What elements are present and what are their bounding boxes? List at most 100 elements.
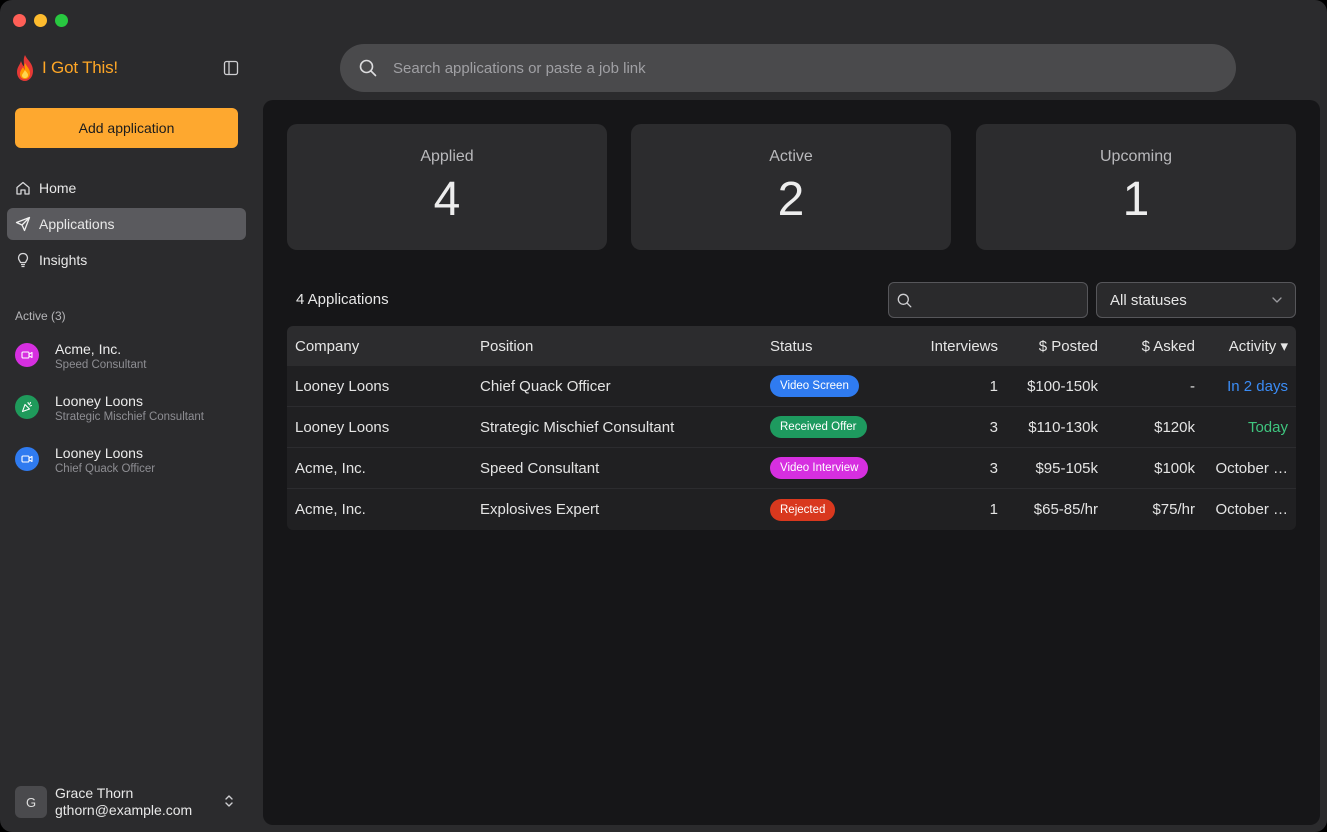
- cell-interviews: 1: [989, 377, 998, 395]
- chevron-down-icon: [1272, 297, 1282, 303]
- user-email: gthorn@example.com: [55, 802, 193, 818]
- table-search[interactable]: [888, 282, 1088, 318]
- cell-company: Looney Loons: [295, 418, 390, 436]
- active-item[interactable]: Looney Loons Chief Quack Officer: [15, 442, 250, 494]
- brand[interactable]: I Got This!: [14, 54, 118, 82]
- main-nav: Home Applications Insights: [7, 172, 246, 280]
- cell-asked: $120k: [1154, 418, 1195, 436]
- cell-company: Acme, Inc.: [295, 501, 366, 518]
- stat-value: 1: [1122, 173, 1150, 226]
- cell-interviews: 3: [989, 459, 998, 477]
- active-section-label: Active (3): [15, 309, 66, 323]
- global-search-input[interactable]: [393, 59, 1173, 77]
- cell-company: Acme, Inc.: [295, 459, 366, 477]
- column-header-status[interactable]: Status: [770, 338, 890, 355]
- sidebar-toggle-icon[interactable]: [223, 60, 239, 76]
- column-header-posted[interactable]: $ Posted: [998, 338, 1098, 355]
- column-header-interviews[interactable]: Interviews: [890, 338, 998, 355]
- stat-label: Upcoming: [1099, 148, 1173, 165]
- cell-company: Looney Loons: [295, 377, 390, 395]
- global-search[interactable]: [340, 44, 1236, 92]
- app-name: I Got This!: [42, 58, 118, 77]
- cell-position: Strategic Mischief Consultant: [480, 418, 675, 436]
- stat-card-applied: Applied 4: [287, 124, 607, 250]
- avatar: G: [15, 786, 47, 818]
- cell-activity: October …: [1215, 459, 1288, 477]
- status-badge: Rejected: [770, 498, 836, 521]
- active-item-company: Looney Loons: [55, 393, 143, 409]
- video-icon: [21, 351, 33, 359]
- nav-label: Applications: [39, 216, 115, 232]
- nav-item-insights[interactable]: Insights: [7, 244, 246, 276]
- cell-asked: -: [1190, 377, 1195, 395]
- cell-posted: $95-105k: [1035, 459, 1098, 477]
- lightbulb-icon: [17, 252, 29, 268]
- cell-interviews: 1: [989, 501, 998, 518]
- applications-count: 4 Applications: [296, 291, 389, 308]
- home-icon: [16, 181, 30, 195]
- user-name: Grace Thorn: [55, 785, 134, 801]
- active-item-badge: [15, 395, 39, 419]
- table-header: Company Position Status Interviews $ Pos…: [287, 326, 1296, 366]
- table-search-input[interactable]: [918, 292, 1078, 308]
- status-badge: Received Offer: [770, 416, 867, 438]
- column-header-asked[interactable]: $ Asked: [1098, 338, 1195, 355]
- cell-posted: $100-150k: [1027, 377, 1098, 395]
- cell-position: Explosives Expert: [480, 501, 600, 518]
- party-popper-icon: [21, 401, 33, 413]
- active-item-company: Acme, Inc.: [55, 341, 122, 357]
- cell-activity: In 2 days: [1227, 377, 1288, 395]
- cell-posted: $110-130k: [1028, 418, 1098, 436]
- cell-position: Chief Quack Officer: [480, 377, 611, 395]
- video-icon: [21, 455, 33, 463]
- status-filter-select[interactable]: All statuses: [1096, 282, 1296, 318]
- active-item-badge: [15, 343, 39, 367]
- stat-label: Applied: [420, 148, 474, 165]
- nav-label: Insights: [39, 252, 88, 268]
- table-row[interactable]: Acme, Inc. Speed Consultant Video Interv…: [287, 448, 1296, 489]
- add-application-button[interactable]: Add application: [15, 108, 238, 148]
- cell-activity: Today: [1247, 418, 1288, 436]
- stat-value: 4: [433, 173, 461, 226]
- cell-activity: October …: [1215, 501, 1288, 518]
- nav-item-applications[interactable]: Applications: [7, 208, 246, 240]
- active-item-badge: [15, 447, 39, 471]
- applications-table: Company Position Status Interviews $ Pos…: [287, 326, 1296, 530]
- nav-label: Home: [39, 180, 77, 196]
- column-header-company[interactable]: Company: [287, 338, 480, 355]
- active-item-position: Chief Quack Officer: [55, 463, 156, 475]
- stat-value: 2: [777, 173, 805, 226]
- app-window: I Got This! Add application Home Applica…: [0, 0, 1327, 832]
- active-item-company: Looney Loons: [55, 445, 143, 461]
- column-header-activity[interactable]: Activity ▾: [1195, 337, 1296, 355]
- cell-asked: $100k: [1154, 459, 1195, 477]
- active-applications-list: Acme, Inc. Speed Consultant Looney Loons…: [15, 338, 250, 494]
- cell-interviews: 3: [989, 418, 998, 436]
- active-item-position: Strategic Mischief Consultant: [55, 411, 204, 423]
- status-badge: Video Screen: [770, 375, 859, 397]
- active-item-position: Speed Consultant: [55, 359, 147, 371]
- cell-asked: $75/hr: [1152, 501, 1195, 518]
- active-item[interactable]: Looney Loons Strategic Mischief Consulta…: [15, 390, 250, 442]
- stat-card-active: Active 2: [631, 124, 951, 250]
- search-icon: [359, 59, 377, 77]
- cell-posted: $65-85/hr: [1033, 501, 1098, 518]
- column-header-position[interactable]: Position: [480, 338, 770, 355]
- table-row[interactable]: Looney Loons Chief Quack Officer Video S…: [287, 366, 1296, 407]
- cell-position: Speed Consultant: [480, 459, 600, 477]
- status-filter-value: All statuses: [1110, 291, 1187, 309]
- flame-icon: [17, 55, 33, 81]
- table-row[interactable]: Acme, Inc. Explosives Expert Rejected 1 …: [287, 489, 1296, 530]
- table-row[interactable]: Looney Loons Strategic Mischief Consulta…: [287, 407, 1296, 448]
- sidebar: I Got This! Add application Home Applica…: [0, 0, 262, 832]
- user-menu[interactable]: G Grace Thorn gthorn@example.com: [15, 785, 192, 819]
- active-item[interactable]: Acme, Inc. Speed Consultant: [15, 338, 250, 390]
- main-content: Applied 4 Active 2 Upcoming 1 4 Applicat…: [263, 100, 1320, 825]
- stat-label: Active: [769, 148, 813, 165]
- stat-card-upcoming: Upcoming 1: [976, 124, 1296, 250]
- nav-item-home[interactable]: Home: [7, 172, 246, 204]
- search-icon: [897, 293, 912, 307]
- status-badge: Video Interview: [770, 457, 869, 479]
- send-icon: [15, 216, 31, 232]
- chevron-up-down-icon[interactable]: [222, 793, 236, 809]
